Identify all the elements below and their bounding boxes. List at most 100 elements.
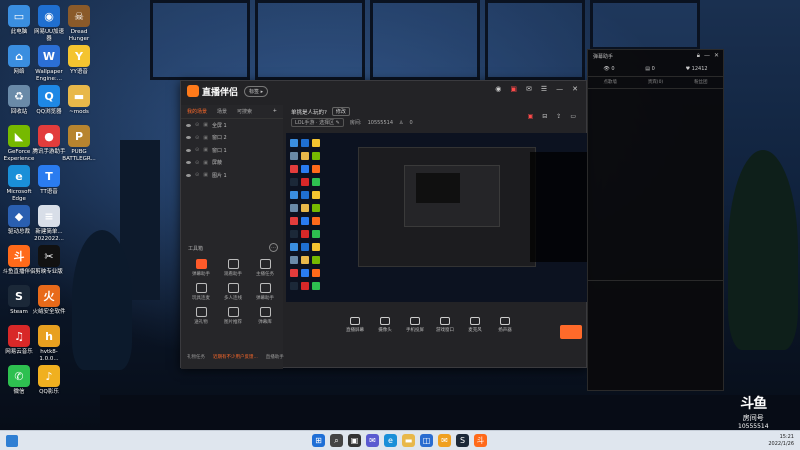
category-selector[interactable]: LOL手游 · 选择区 ✎ [291, 118, 344, 127]
steam-icon[interactable]: S [456, 434, 469, 447]
toolbox-item[interactable]: 送礼物 [185, 307, 217, 325]
visibility-icon[interactable] [186, 173, 191, 177]
widgets-icon[interactable] [6, 435, 18, 447]
minimize-icon[interactable]: — [704, 52, 710, 60]
toolbox-item[interactable]: 主播任务 [249, 259, 281, 277]
start-live-button[interactable] [560, 325, 582, 339]
toolbox-item[interactable]: 玩具连麦 [185, 283, 217, 301]
streaming-app-window[interactable]: 直播伴侣 标签 ▸ ◉ ▣ ✉ ☰ — ✕ 我的场景 场景 可搜索 + ⊝ ▣ 全屏… [180, 80, 588, 369]
desktop-icon[interactable]: ✂ 剪映专业版 [32, 245, 66, 276]
visibility-icon[interactable] [186, 148, 191, 152]
start-icon[interactable]: ⊞ [312, 434, 325, 447]
danmaku-tabs: 点歌墙 贵宾(0) 粉丝团 [588, 79, 723, 85]
desktop-icon[interactable]: ▭ 此电脑 [2, 5, 36, 36]
scene-item[interactable]: ⊝ ▣ 屏蔽 [181, 157, 283, 170]
app-titlebar[interactable]: 直播伴侣 标签 ▸ ◉ ▣ ✉ ☰ — ✕ [181, 81, 586, 101]
system-clock[interactable]: 15:21 2022/1/26 [768, 434, 794, 448]
tool-icon [259, 307, 271, 317]
toolbox-item[interactable]: 弹幕库 [249, 307, 281, 325]
lock-icon[interactable]: ⊝ [195, 147, 199, 153]
share-icon[interactable]: ⇪ [556, 113, 561, 120]
source-button[interactable]: 直播屏幕 [345, 317, 365, 345]
status-helper[interactable]: 直播助手 [266, 354, 284, 360]
douyu-taskbar-icon[interactable]: 斗 [474, 434, 487, 447]
desktop-icon[interactable]: ⌂ 网络 [2, 45, 36, 76]
desktop-icon[interactable]: 斗斗鱼直播伴侣 [2, 245, 36, 276]
visibility-icon[interactable] [186, 161, 191, 165]
source-button[interactable]: 游戏窗口 [435, 317, 455, 345]
desktop-icon[interactable]: ♪ QQ影乐 [32, 365, 66, 396]
desktop-icon[interactable]: P PUBG BATTLEGR... [62, 125, 96, 163]
app-tag-button[interactable]: 标签 ▸ [244, 85, 269, 97]
search-icon[interactable]: ⌕ [330, 434, 343, 447]
desktop-icon[interactable]: ▬ ~mods [62, 85, 96, 116]
desktop-icon[interactable]: ≡ 新建简单... 2022022... [32, 205, 66, 243]
toolbox-item[interactable]: 观看助手 [217, 259, 249, 277]
avatar[interactable]: ◉ [495, 85, 501, 93]
add-scene-icon[interactable]: + [273, 108, 277, 115]
task-view-icon[interactable]: ▣ [348, 434, 361, 447]
toolbox-item[interactable]: 弹幕助手 [249, 283, 281, 301]
lock-icon[interactable]: ⊟ [542, 113, 547, 120]
danmaku-window[interactable]: 弹幕助手 🔒︎ — ✕ 👁︎ 0 ▤ 0 ♥ 12412 点歌墙 贵宾(0) 粉… [587, 49, 724, 391]
source-button[interactable]: 麦克风 [465, 317, 485, 345]
toolbox-item[interactable]: 图片推荐 [217, 307, 249, 325]
tab-song-wall[interactable]: 点歌墙 [603, 79, 617, 85]
scene-item[interactable]: ⊝ ▣ 图片 1 [181, 169, 283, 182]
scene-item[interactable]: ⊝ ▣ 全屏 1 [181, 119, 283, 132]
toolbox-item[interactable]: 多人连线 [217, 283, 249, 301]
toolbox-more-button[interactable]: … [269, 243, 278, 252]
close-icon[interactable]: ✕ [572, 85, 578, 93]
desktop-icon[interactable]: W Wallpaper Engine:... [32, 45, 66, 83]
app-icon: ◣ [8, 125, 30, 147]
desktop-icon[interactable]: ♻ 回收站 [2, 85, 36, 116]
file-explorer-icon[interactable]: ▬ [402, 434, 415, 447]
source-button[interactable]: 手机投屏 [405, 317, 425, 345]
desktop-icon[interactable]: ◆ 驱动总裁 [2, 205, 36, 236]
desktop-icon[interactable]: S Steam [2, 285, 36, 316]
desktop-icon[interactable]: ✆ 微信 [2, 365, 36, 396]
shelf-silhouette [728, 150, 798, 350]
visibility-icon[interactable] [186, 123, 191, 127]
notification-icon[interactable]: ▣ [510, 85, 517, 93]
store-icon[interactable]: ◫ [420, 434, 433, 447]
visibility-icon[interactable] [186, 136, 191, 140]
desktop-icon[interactable]: h hvtk8-1.0.0... [32, 325, 66, 363]
status-task[interactable]: 礼物任务 [187, 354, 205, 360]
desktop-icon[interactable]: Q QQ浏览器 [32, 85, 66, 116]
lock-icon[interactable]: ⊝ [195, 172, 199, 178]
desktop-icon[interactable]: e Microsoft Edge [2, 165, 36, 203]
edge-icon[interactable]: e [384, 434, 397, 447]
source-button[interactable]: 扬声器 [495, 317, 515, 345]
mail-icon[interactable]: ✉ [526, 85, 532, 93]
source-button[interactable]: 摄像头 [375, 317, 395, 345]
edit-title-button[interactable]: 修改 [331, 107, 350, 116]
screen-icon[interactable]: ▭ [570, 113, 576, 120]
desktop-icon[interactable]: ● 腾讯手游助手 [32, 125, 66, 156]
lock-icon[interactable]: ⊝ [195, 122, 199, 128]
gift-icon[interactable]: ▣ [528, 113, 534, 120]
minimize-icon[interactable]: — [556, 85, 563, 93]
desktop-icon[interactable]: T TT语音 [32, 165, 66, 196]
desktop-icon[interactable]: ◉ 网易UU加速器 [32, 5, 66, 43]
tab-search[interactable]: 可搜索 [237, 108, 252, 115]
lock-icon[interactable]: ⊝ [195, 135, 199, 141]
chat-icon[interactable]: ✉ [366, 434, 379, 447]
scene-item[interactable]: ⊝ ▣ 窗口 1 [181, 144, 283, 157]
lock-icon[interactable]: 🔒︎ [697, 52, 700, 60]
close-icon[interactable]: ✕ [714, 52, 719, 60]
desktop-icon[interactable]: Y YY语音 [62, 45, 96, 76]
lock-icon[interactable]: ⊝ [195, 160, 199, 166]
toolbox-item[interactable]: 弹幕助手 [185, 259, 217, 277]
scene-item[interactable]: ⊝ ▣ 窗口 2 [181, 132, 283, 145]
desktop-icon[interactable]: ◣ GeForce Experience [2, 125, 36, 163]
tab-scenes[interactable]: 场景 [217, 108, 227, 115]
desktop-icon[interactable]: ♫ 网易云音乐 [2, 325, 36, 356]
tab-fans[interactable]: 粉丝团 [694, 79, 708, 85]
mail-icon[interactable]: ✉ [438, 434, 451, 447]
desktop-icon[interactable]: 火火绒安全软件 [32, 285, 66, 316]
settings-icon[interactable]: ☰ [541, 85, 547, 93]
desktop-icon[interactable]: ☠ Dread Hunger [62, 5, 96, 43]
tab-vip[interactable]: 贵宾(0) [648, 79, 663, 85]
tab-my-scenes[interactable]: 我的场景 [187, 108, 207, 115]
